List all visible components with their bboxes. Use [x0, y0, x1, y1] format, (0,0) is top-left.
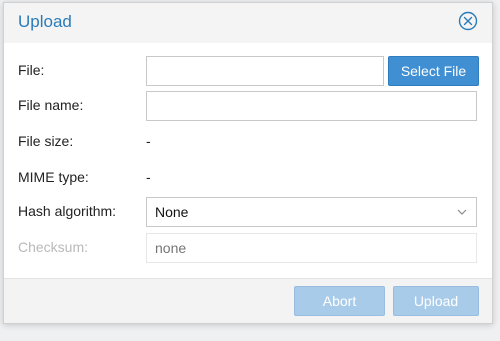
file-name-label: File name:	[18, 97, 84, 113]
abort-button[interactable]: Abort	[294, 286, 385, 316]
hash-algorithm-row: Hash algorithm: None	[18, 197, 478, 227]
file-label: File:	[18, 62, 45, 78]
mime-type-label: MIME type:	[18, 169, 89, 185]
file-name-row: File name:	[18, 91, 478, 121]
upload-dialog: Upload File: Select File File name: File…	[3, 2, 493, 324]
file-size-label: File size:	[18, 133, 74, 149]
checksum-input	[146, 233, 477, 263]
select-file-button[interactable]: Select File	[388, 56, 479, 86]
chevron-down-icon	[457, 209, 467, 215]
hash-algorithm-label: Hash algorithm:	[18, 203, 117, 219]
hash-algorithm-select[interactable]: None	[146, 197, 477, 227]
file-size-value: -	[146, 133, 151, 149]
close-circle-icon	[458, 11, 478, 31]
dialog-footer: Abort Upload	[4, 278, 492, 323]
file-name-input[interactable]	[146, 91, 477, 121]
upload-button[interactable]: Upload	[393, 286, 479, 316]
dialog-title: Upload	[18, 12, 72, 31]
file-size-row: File size: -	[18, 127, 478, 157]
checksum-label: Checksum:	[18, 239, 89, 255]
checksum-row: Checksum:	[18, 233, 478, 263]
dialog-titlebar: Upload	[4, 3, 492, 43]
file-row: File: Select File	[18, 56, 479, 86]
mime-type-row: MIME type: -	[18, 163, 478, 193]
mime-type-value: -	[146, 169, 151, 185]
close-button[interactable]	[458, 11, 478, 31]
hash-algorithm-value: None	[155, 204, 189, 220]
file-input[interactable]	[146, 56, 384, 86]
